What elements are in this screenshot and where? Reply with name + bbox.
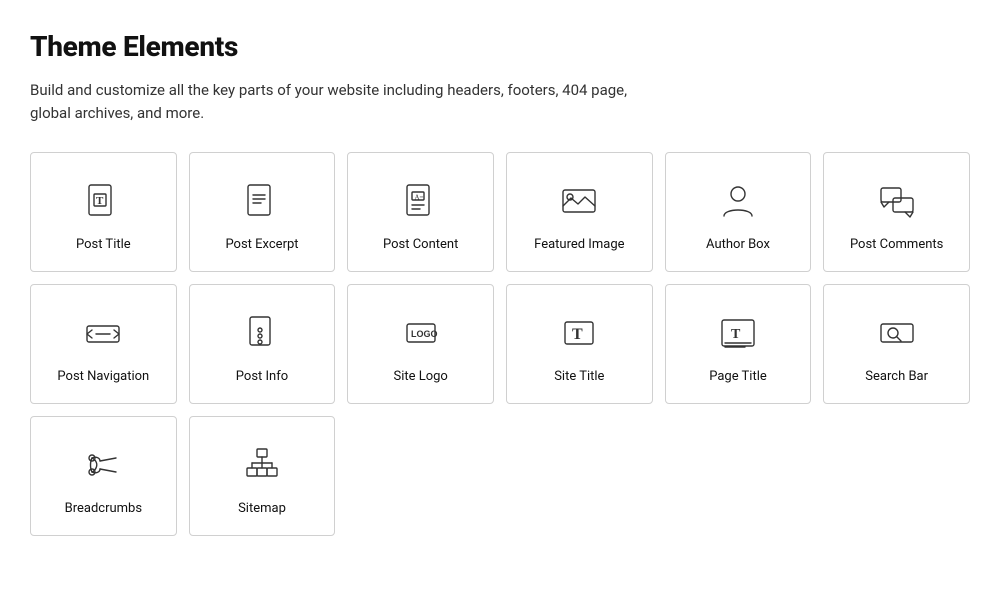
svg-text:T: T [731,327,741,342]
site-title-label: Site Title [554,369,604,384]
post-content-label: Post Content [383,237,458,252]
card-post-info[interactable]: Post Info [189,284,336,404]
page-title-label: Page Title [709,369,767,384]
card-post-title[interactable]: T Post Title [30,152,177,272]
site-logo-icon: LOGO [397,309,445,357]
sitemap-label: Sitemap [238,501,286,516]
author-box-icon [714,177,762,225]
sitemap-icon [238,441,286,489]
card-post-comments[interactable]: Post Comments [823,152,970,272]
card-page-title[interactable]: T Page Title [665,284,812,404]
featured-image-label: Featured Image [534,237,624,252]
post-navigation-label: Post Navigation [57,369,149,384]
post-content-icon: A= [397,177,445,225]
post-excerpt-label: Post Excerpt [225,237,298,252]
post-title-label: Post Title [76,237,131,252]
site-title-icon: T [555,309,603,357]
search-bar-label: Search Bar [865,369,928,384]
card-sitemap[interactable]: Sitemap [189,416,336,536]
post-comments-label: Post Comments [850,237,943,252]
card-post-excerpt[interactable]: Post Excerpt [189,152,336,272]
search-bar-icon [873,309,921,357]
page-title: Theme Elements [30,30,970,63]
post-title-icon: T [79,177,127,225]
grid-row-2: Post Navigation Post Info LOGO Site Logo [30,284,970,404]
card-breadcrumbs[interactable]: Breadcrumbs [30,416,177,536]
svg-text:A=: A= [414,193,423,201]
post-navigation-icon [79,309,127,357]
svg-text:T: T [572,326,583,343]
page-description: Build and customize all the key parts of… [30,79,630,124]
card-post-navigation[interactable]: Post Navigation [30,284,177,404]
card-post-content[interactable]: A= Post Content [347,152,494,272]
svg-text:T: T [96,195,104,207]
site-logo-label: Site Logo [393,369,447,384]
author-box-label: Author Box [706,237,770,252]
post-info-label: Post Info [236,369,288,384]
grid-row-3: Breadcrumbs Sitemap [30,416,970,536]
featured-image-icon [555,177,603,225]
breadcrumbs-label: Breadcrumbs [65,501,142,516]
post-comments-icon [873,177,921,225]
page-title-icon: T [714,309,762,357]
card-search-bar[interactable]: Search Bar [823,284,970,404]
card-site-title[interactable]: T Site Title [506,284,653,404]
grid-row-1: T Post Title Post Excerpt A= [30,152,970,272]
breadcrumbs-icon [79,441,127,489]
svg-text:LOGO: LOGO [411,329,438,339]
post-excerpt-icon [238,177,286,225]
card-site-logo[interactable]: LOGO Site Logo [347,284,494,404]
card-featured-image[interactable]: Featured Image [506,152,653,272]
post-info-icon [238,309,286,357]
card-author-box[interactable]: Author Box [665,152,812,272]
